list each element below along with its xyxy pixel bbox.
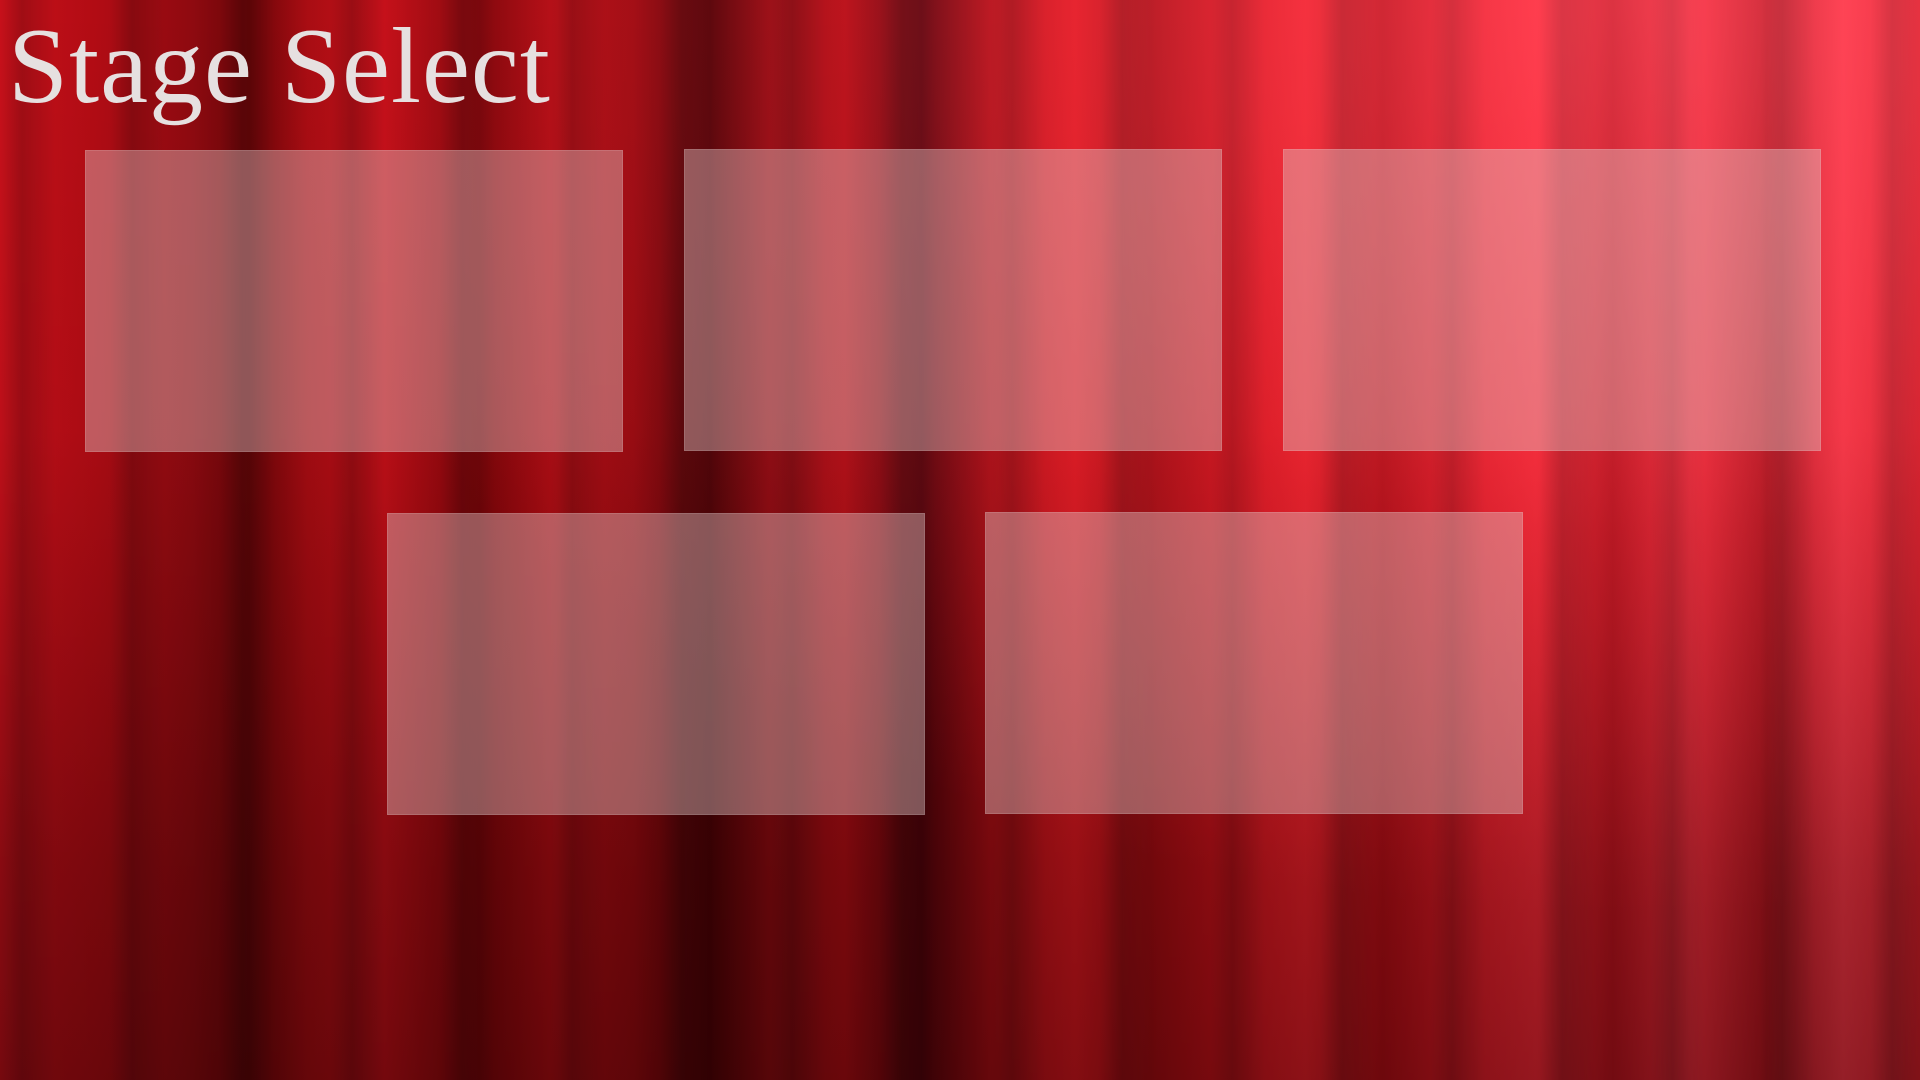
stage-card-4[interactable]	[387, 513, 925, 815]
page-title: Stage Select	[8, 7, 551, 126]
stage-card-1[interactable]	[85, 150, 623, 452]
stage-card-2[interactable]	[684, 149, 1222, 451]
stage-card-3[interactable]	[1283, 149, 1821, 451]
stage-card-5[interactable]	[985, 512, 1523, 814]
stage-select-screen: Stage Select	[0, 0, 1920, 1080]
